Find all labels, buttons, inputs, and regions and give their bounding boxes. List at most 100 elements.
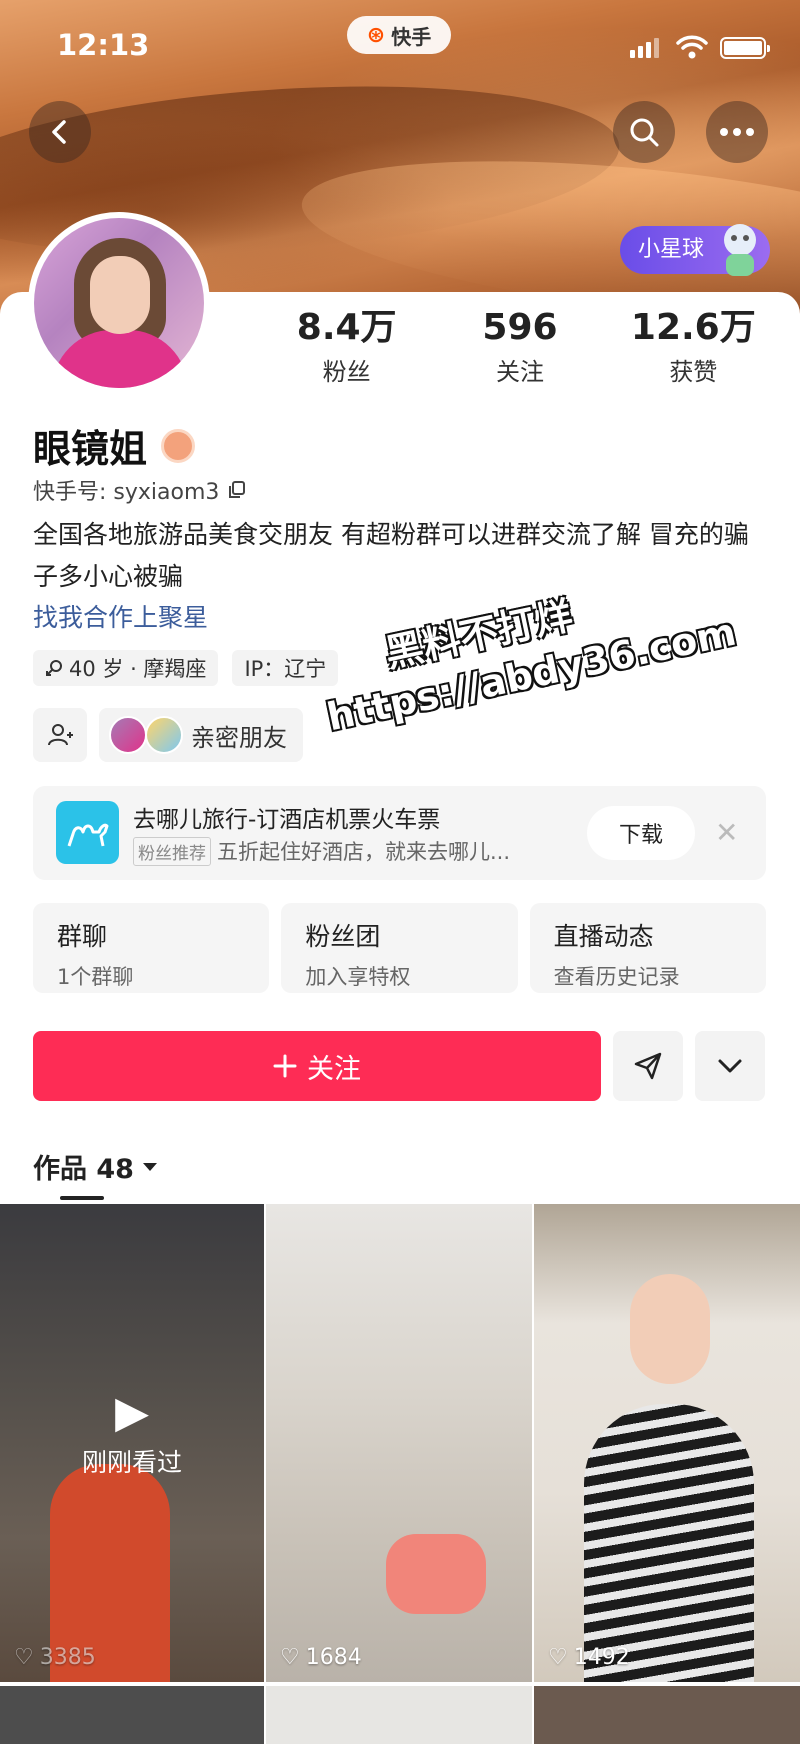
- stat-likes[interactable]: 12.6万 获赞: [607, 306, 780, 387]
- close-friends-label: 亲密朋友: [191, 723, 287, 752]
- search-icon: [630, 118, 659, 147]
- chevron-left-icon: [52, 120, 66, 144]
- kuaishou-logo-icon: ⊛: [366, 22, 386, 48]
- tab-works[interactable]: 作品 48: [33, 1147, 158, 1186]
- video-thumbnail-figure: [386, 1534, 486, 1614]
- planet-chip[interactable]: 小星球: [620, 224, 771, 276]
- more-button[interactable]: [706, 101, 768, 163]
- quick-link-sub: 查看历史记录: [553, 965, 680, 989]
- likes-count: 1684: [305, 1645, 362, 1670]
- stat-following[interactable]: 596 关注: [433, 306, 606, 387]
- play-icon: ▶: [115, 1387, 149, 1438]
- send-icon: [634, 1052, 662, 1080]
- stat-followers[interactable]: 8.4万 粉丝: [260, 306, 433, 387]
- profile-tags: 40 岁 · 摩羯座 IP：辽宁: [33, 650, 339, 686]
- heart-icon: ♡: [548, 1645, 568, 1670]
- video-thumbnail-figure: [584, 1404, 754, 1682]
- copy-icon[interactable]: [227, 480, 247, 500]
- planet-chip-label: 小星球: [638, 237, 705, 262]
- quick-link-group-chat[interactable]: 群聊 1个群聊: [33, 903, 270, 993]
- recently-watched-label: 刚刚看过: [81, 1448, 182, 1477]
- ad-banner[interactable]: 去哪儿旅行-订酒店机票火车票 粉丝推荐 五折起住好酒店，就来去哪儿... 下载 …: [33, 786, 766, 880]
- kuaishou-id: 快手号: syxiaom3: [33, 474, 247, 506]
- likes-count: 1492: [573, 1645, 630, 1670]
- name-row: 眼镜姐: [33, 418, 196, 473]
- cooperation-link[interactable]: 找我合作上聚星: [33, 598, 208, 634]
- quick-link-title: 群聊: [57, 922, 108, 951]
- video-tile[interactable]: ♡ 1492: [534, 1204, 800, 1682]
- caret-down-icon: [142, 1162, 157, 1171]
- gender-icon: [46, 660, 62, 676]
- close-ad-icon[interactable]: ✕: [715, 816, 738, 849]
- follow-button[interactable]: 关注: [33, 1031, 601, 1101]
- planet-mascot-icon: [724, 224, 757, 276]
- chevron-down-icon: [718, 1059, 742, 1073]
- works-label: 作品 48: [33, 1154, 134, 1185]
- likes-count: 3385: [39, 1645, 96, 1670]
- video-tile[interactable]: ▶ 刚刚看过 ♡ 3385: [0, 1204, 264, 1682]
- friend-avatar: [145, 716, 183, 754]
- avatar-image: [34, 218, 204, 388]
- expand-button[interactable]: [695, 1031, 765, 1101]
- tab-underline: [60, 1196, 104, 1200]
- friends-row: 亲密朋友: [33, 708, 303, 762]
- ad-chip: 粉丝推荐: [133, 836, 211, 866]
- wifi-icon: [676, 35, 708, 59]
- plus-icon: [273, 1054, 297, 1078]
- back-button[interactable]: [29, 101, 91, 163]
- download-button[interactable]: 下载: [587, 806, 695, 860]
- camel-logo-icon: [56, 801, 119, 864]
- video-likes: ♡ 1684: [280, 1645, 362, 1670]
- video-likes: ♡ 3385: [14, 1645, 96, 1670]
- app-name: 快手: [391, 24, 432, 49]
- heart-icon: ♡: [280, 1645, 300, 1670]
- video-tile[interactable]: ♡ 1684: [266, 1204, 532, 1682]
- video-thumbnail-figure: [630, 1274, 710, 1384]
- stat-number: 596: [482, 307, 558, 348]
- tag-age[interactable]: 40 岁 · 摩羯座: [33, 650, 219, 686]
- close-friends-button[interactable]: 亲密朋友: [99, 708, 303, 762]
- quick-links: 群聊 1个群聊 粉丝团 加入享特权 直播动态 查看历史记录: [33, 903, 766, 993]
- stat-number: 12.6万: [630, 307, 756, 348]
- recently-watched-overlay: ▶ 刚刚看过: [0, 1389, 264, 1479]
- kuaishou-id-text: 快手号: syxiaom3: [33, 480, 220, 505]
- level-badge-icon[interactable]: [161, 428, 196, 463]
- video-tile[interactable]: [266, 1686, 532, 1744]
- status-time: 12:13: [57, 28, 150, 62]
- stat-label: 关注: [495, 358, 544, 386]
- quick-link-fan-club[interactable]: 粉丝团 加入享特权: [281, 903, 518, 993]
- video-tile[interactable]: [0, 1686, 264, 1744]
- stat-number: 8.4万: [296, 307, 397, 348]
- status-bar: 12:13 ⊛ 快手: [0, 0, 800, 95]
- tag-age-label: 40 岁 · 摩羯座: [69, 657, 207, 681]
- ad-subtitle: 五折起住好酒店，就来去哪儿...: [217, 840, 511, 864]
- ad-title: 去哪儿旅行-订酒店机票火车票: [133, 807, 441, 833]
- stat-label: 粉丝: [322, 358, 371, 386]
- quick-link-live-history[interactable]: 直播动态 查看历史记录: [529, 903, 766, 993]
- profile-name: 眼镜姐: [33, 427, 148, 471]
- quick-link-sub: 加入享特权: [305, 965, 411, 989]
- video-tile[interactable]: [534, 1686, 800, 1744]
- add-user-icon: [48, 724, 73, 746]
- action-row: 关注: [33, 1031, 766, 1101]
- avatar[interactable]: [28, 212, 210, 394]
- signal-icon: [630, 38, 659, 58]
- video-grid: ▶ 刚刚看过 ♡ 3385 ♡ 1684 ♡ 1492: [0, 1204, 800, 1682]
- heart-icon: ♡: [14, 1645, 34, 1670]
- friend-avatar: [109, 716, 147, 754]
- stat-label: 获赞: [669, 358, 718, 386]
- quick-link-title: 直播动态: [553, 922, 654, 951]
- battery-icon: [720, 37, 770, 59]
- more-horizontal-icon: [720, 128, 754, 136]
- quick-link-title: 粉丝团: [305, 922, 381, 951]
- video-grid-row-2: [0, 1686, 800, 1744]
- stats-row: 8.4万 粉丝 596 关注 12.6万 获赞: [260, 306, 780, 387]
- video-likes: ♡ 1492: [548, 1645, 630, 1670]
- app-indicator-pill: ⊛ 快手: [347, 16, 451, 54]
- quick-link-sub: 1个群聊: [57, 965, 134, 989]
- follow-label: 关注: [307, 1053, 361, 1085]
- add-friend-button[interactable]: [33, 708, 87, 762]
- ad-subtitle-row: 粉丝推荐 五折起住好酒店，就来去哪儿...: [133, 836, 510, 866]
- search-button[interactable]: [613, 101, 675, 163]
- send-message-button[interactable]: [613, 1031, 683, 1101]
